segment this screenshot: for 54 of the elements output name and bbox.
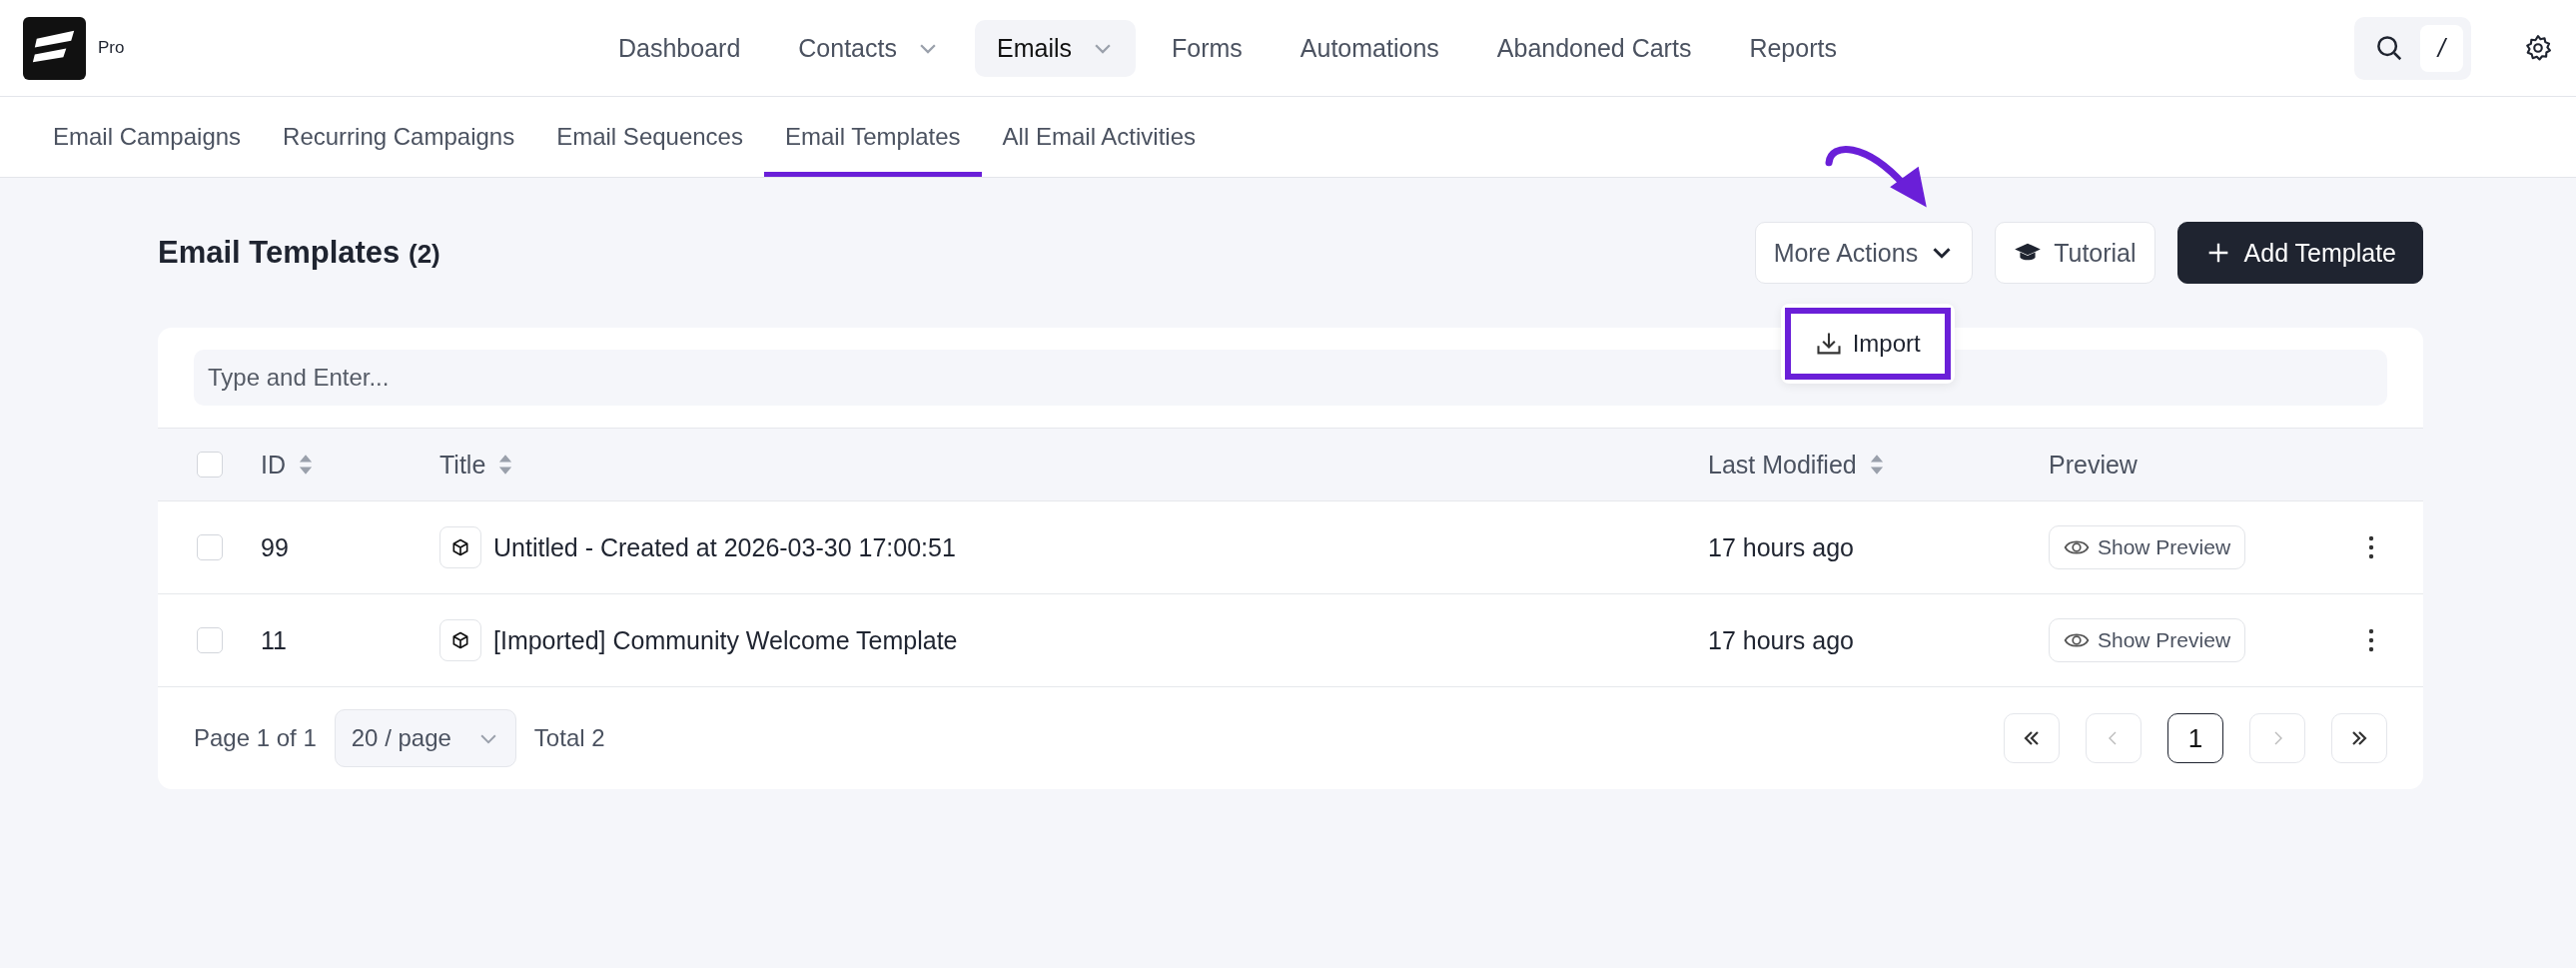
title-cell[interactable]: [Imported] Community Welcome Template [493,625,958,655]
page-size-select[interactable]: 20 / page [334,709,516,767]
page-title: Email Templates (2) [158,235,440,271]
row-checkbox[interactable] [196,534,223,560]
plan-label: Pro [98,38,125,58]
shortcut-key: / [2419,24,2463,72]
sub-tab[interactable]: Email Campaigns [32,97,263,177]
total-count: Total 2 [533,724,605,752]
nav-item[interactable]: Reports [1727,19,1859,77]
nav-item[interactable]: Forms [1150,19,1265,77]
import-menu-item[interactable]: Import [1784,308,1951,380]
nav-item[interactable]: Abandoned Carts [1474,19,1714,77]
double-chevron-right-icon [2349,730,2369,746]
more-options-icon[interactable] [2368,534,2374,560]
settings-icon[interactable] [2523,33,2553,63]
nav-item[interactable]: Contacts [776,19,961,77]
next-page-button[interactable] [2249,713,2305,763]
sort-icon[interactable] [497,454,514,476]
first-page-button[interactable] [2004,713,2060,763]
modified-cell: 17 hours ago [1708,625,1854,655]
double-chevron-left-icon [2022,730,2042,746]
last-page-button[interactable] [2331,713,2387,763]
tutorial-button[interactable]: Tutorial [1995,222,2155,284]
search-button[interactable]: / [2353,16,2471,80]
column-header[interactable]: ID [261,450,286,480]
column-header[interactable]: Title [439,450,486,480]
row-checkbox[interactable] [196,627,223,653]
add-template-button[interactable]: Add Template [2176,222,2423,284]
modified-cell: 17 hours ago [1708,532,1854,562]
sub-tab[interactable]: Email Sequences [535,97,764,177]
sort-icon[interactable] [1868,454,1885,476]
nav-item[interactable]: Emails [975,19,1136,77]
sub-tab[interactable]: Email Templates [763,97,982,177]
sort-icon[interactable] [298,454,314,476]
more-options-icon[interactable] [2368,627,2374,653]
select-all-checkbox[interactable] [196,452,223,478]
show-preview-button[interactable]: Show Preview [2049,525,2246,569]
page-number-button[interactable]: 1 [2167,713,2223,763]
page-info: Page 1 of 1 [194,724,317,752]
nav-item[interactable]: Dashboard [596,19,763,77]
id-cell: 11 [261,625,287,655]
sub-tab[interactable]: Recurring Campaigns [262,97,536,177]
id-cell: 99 [261,532,289,562]
nav-item[interactable]: Automations [1278,19,1461,77]
column-header: Preview [2049,450,2138,480]
logo-icon[interactable] [23,16,86,80]
sub-tab[interactable]: All Email Activities [981,97,1217,177]
cube-icon [450,537,470,557]
cube-icon [450,630,470,650]
previous-page-button[interactable] [2086,713,2142,763]
column-header[interactable]: Last Modified [1708,450,1857,480]
more-actions-button[interactable]: More Actions [1754,222,1974,284]
show-preview-button[interactable]: Show Preview [2049,618,2246,662]
title-cell[interactable]: Untitled - Created at 2026-03-30 17:00:51 [493,532,956,562]
